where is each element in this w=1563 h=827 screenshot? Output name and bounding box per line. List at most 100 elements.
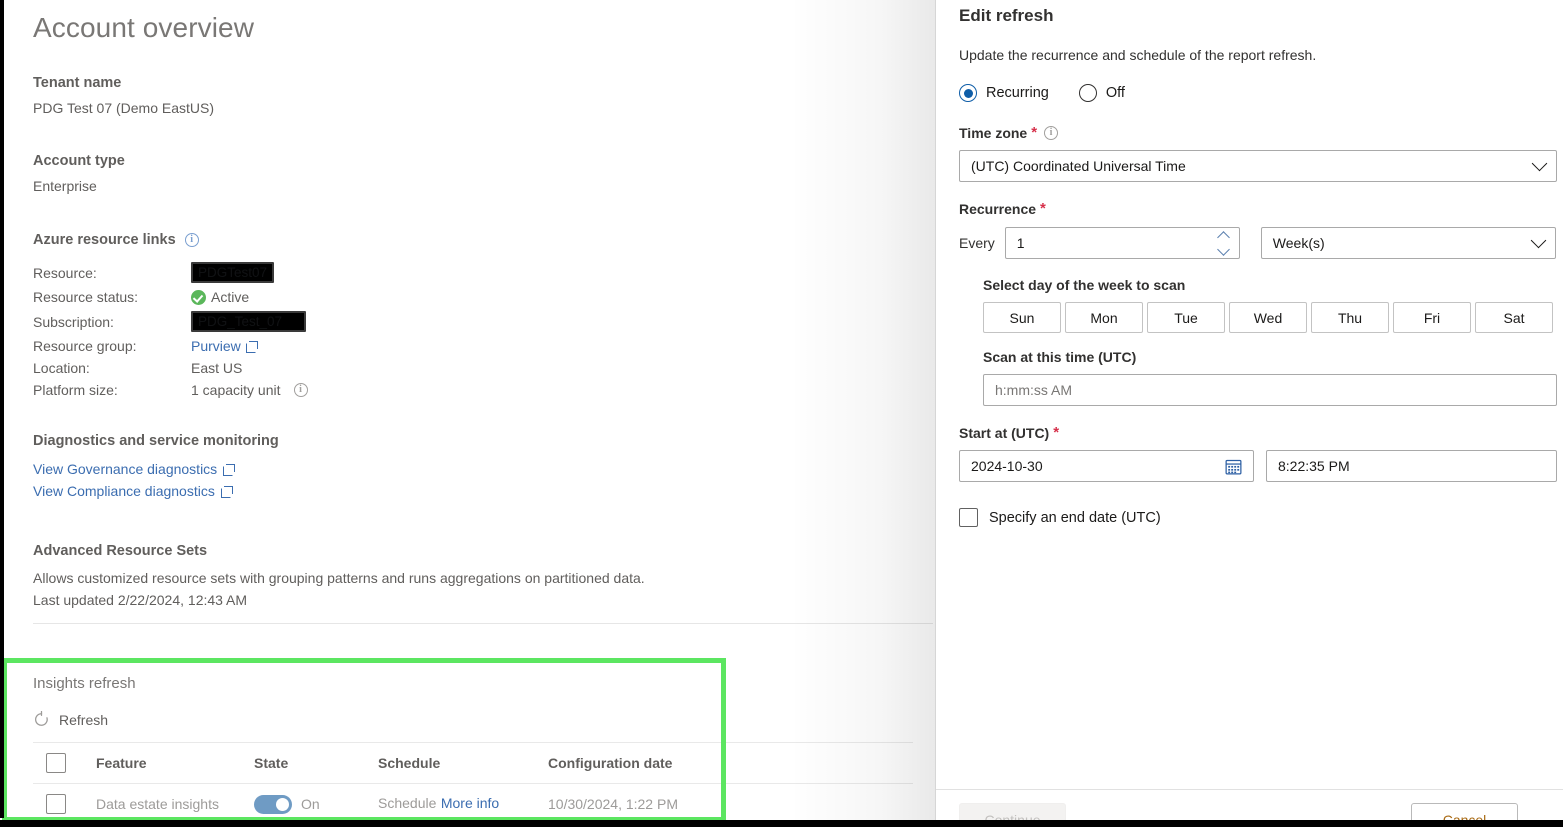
recurrence-label-row: Recurrence * [959, 201, 1557, 217]
radio-off-label: Off [1105, 85, 1125, 101]
panel-subtitle: Update the recurrence and schedule of th… [959, 47, 1317, 63]
platform-size-value: 1 capacity unit i [191, 382, 308, 398]
start-at-field: Start at (UTC) * 2024-10-30 8:22:35 PM [959, 425, 1557, 482]
radio-off[interactable]: Off [1078, 84, 1125, 102]
specify-end-date-row[interactable]: Specify an end date (UTC) [959, 508, 1161, 527]
start-at-label-row: Start at (UTC) * [959, 425, 1557, 441]
resource-group-link[interactable]: Purview [191, 338, 241, 354]
account-type-block: Account type Enterprise [33, 153, 125, 194]
info-icon[interactable]: i [1044, 126, 1059, 140]
column-header-state[interactable]: State [254, 755, 378, 771]
time-zone-label: Time zone [959, 125, 1028, 141]
radio-dot-selected-icon [959, 84, 977, 102]
day-select-label: Select day of the week to scan [983, 277, 1186, 293]
cell-state: On [254, 794, 378, 814]
info-icon[interactable]: i [184, 233, 199, 247]
resource-group-value[interactable]: Purview [191, 338, 308, 354]
column-header-feature[interactable]: Feature [66, 755, 254, 771]
chevron-down-icon [1530, 232, 1547, 249]
subscription-value[interactable]: PDG_Test_07 [191, 311, 308, 332]
resource-status-label: Resource status: [33, 289, 139, 305]
row-select-checkbox[interactable] [46, 794, 66, 814]
state-toggle[interactable] [254, 794, 292, 814]
subscription-label: Subscription: [33, 313, 114, 330]
refresh-mode-radio-group: Recurring Off [959, 84, 1125, 102]
time-zone-dropdown[interactable]: (UTC) Coordinated Universal Time [959, 150, 1557, 182]
day-of-week-buttons: Sun Mon Tue Wed Thu Fri Sat [983, 302, 1553, 333]
diagnostics-block: Diagnostics and service monitoring View … [33, 433, 279, 499]
start-time-value: 8:22:35 PM [1278, 458, 1350, 474]
cell-configuration-date: 10/30/2024, 1:22 PM [548, 796, 678, 812]
resource-label: Resource: [33, 264, 97, 281]
recurrence-interval-value: 1 [1016, 235, 1025, 251]
tenant-name-block: Tenant name PDG Test 07 (Demo EastUS) [33, 75, 214, 116]
platform-size-text: 1 capacity unit [191, 382, 281, 398]
view-compliance-diagnostics-link[interactable]: View Compliance diagnostics [33, 483, 215, 499]
day-button-wed[interactable]: Wed [1229, 302, 1307, 333]
recurrence-interval-stepper[interactable]: 1 [1004, 227, 1240, 259]
insights-refresh-card: Insights refresh Refresh Feature State S… [4, 659, 913, 820]
chevron-down-icon [1531, 155, 1548, 172]
stepper-arrows-icon[interactable] [1216, 230, 1230, 256]
start-date-value: 2024-10-30 [971, 458, 1043, 474]
platform-size-label: Platform size: [33, 382, 118, 398]
refresh-label: Refresh [59, 711, 109, 728]
panel-footer-divider [936, 789, 1563, 790]
diagnostics-heading: Diagnostics and service monitoring [33, 433, 279, 449]
table-row[interactable]: Data estate insights On Schedule More in… [33, 783, 913, 824]
column-header-schedule[interactable]: Schedule [378, 755, 548, 771]
insights-refresh-table: Feature State Schedule Configuration dat… [33, 742, 913, 824]
day-of-week-field: Select day of the week to scan Sun Mon T… [983, 277, 1553, 333]
view-governance-diagnostics-link[interactable]: View Governance diagnostics [33, 461, 217, 477]
cell-feature: Data estate insights [96, 796, 219, 812]
check-circle-icon [191, 289, 206, 305]
edit-refresh-panel: Edit refresh Update the recurrence and s… [935, 0, 1563, 827]
recurrence-label: Recurrence [959, 201, 1037, 217]
day-button-mon[interactable]: Mon [1065, 302, 1143, 333]
day-button-fri[interactable]: Fri [1393, 302, 1471, 333]
location-value: East US [191, 360, 243, 376]
tenant-name-label: Tenant name [33, 75, 122, 91]
advanced-resource-sets-block: Advanced Resource Sets Allows customized… [33, 543, 645, 608]
select-all-checkbox[interactable] [46, 753, 66, 773]
specify-end-date-checkbox[interactable] [959, 508, 978, 527]
panel-title: Edit refresh [959, 6, 1054, 25]
every-label: Every [959, 235, 995, 251]
recurrence-unit-dropdown[interactable]: Week(s) [1260, 227, 1556, 259]
resource-value[interactable]: PDGTest07 [191, 262, 308, 283]
start-time-input[interactable]: 8:22:35 PM [1266, 450, 1557, 482]
resource-status-text: Active [211, 289, 250, 305]
resource-group-label: Resource group: [33, 338, 137, 354]
table-header-row: Feature State Schedule Configuration dat… [33, 742, 913, 783]
resource-status-value: Active [191, 289, 308, 305]
section-divider [33, 623, 933, 624]
advanced-resource-sets-heading: Advanced Resource Sets [33, 543, 208, 559]
window-bottom-edge [0, 820, 1563, 827]
account-type-label: Account type [33, 153, 125, 169]
refresh-button[interactable]: Refresh [33, 711, 108, 728]
redacted-subscription-name: PDG_Test_07 [191, 311, 307, 332]
schedule-text: Schedule [378, 795, 437, 811]
day-button-sun[interactable]: Sun [983, 302, 1061, 333]
external-link-icon [220, 485, 233, 498]
location-label: Location: [33, 360, 90, 376]
calendar-icon[interactable] [1225, 458, 1242, 475]
refresh-icon [35, 711, 48, 726]
account-type-value: Enterprise [33, 178, 97, 194]
day-button-thu[interactable]: Thu [1311, 302, 1389, 333]
time-zone-field: Time zone * i (UTC) Coordinated Universa… [959, 125, 1557, 182]
recurrence-unit-value: Week(s) [1272, 235, 1325, 251]
scan-time-input[interactable]: h:mm:ss AM [983, 374, 1557, 406]
info-icon[interactable]: i [293, 383, 308, 397]
column-header-configuration-date[interactable]: Configuration date [548, 755, 768, 771]
day-button-tue[interactable]: Tue [1147, 302, 1225, 333]
window-left-edge [0, 0, 4, 818]
cell-schedule: Schedule More info [378, 795, 548, 813]
start-date-input[interactable]: 2024-10-30 [959, 450, 1254, 482]
more-info-link[interactable]: More info [441, 795, 499, 811]
time-zone-label-row: Time zone * i [959, 125, 1557, 141]
day-button-sat[interactable]: Sat [1475, 302, 1553, 333]
radio-recurring[interactable]: Recurring [959, 84, 1049, 102]
insights-refresh-heading: Insights refresh [33, 675, 136, 692]
required-asterisk: * [1053, 424, 1060, 441]
